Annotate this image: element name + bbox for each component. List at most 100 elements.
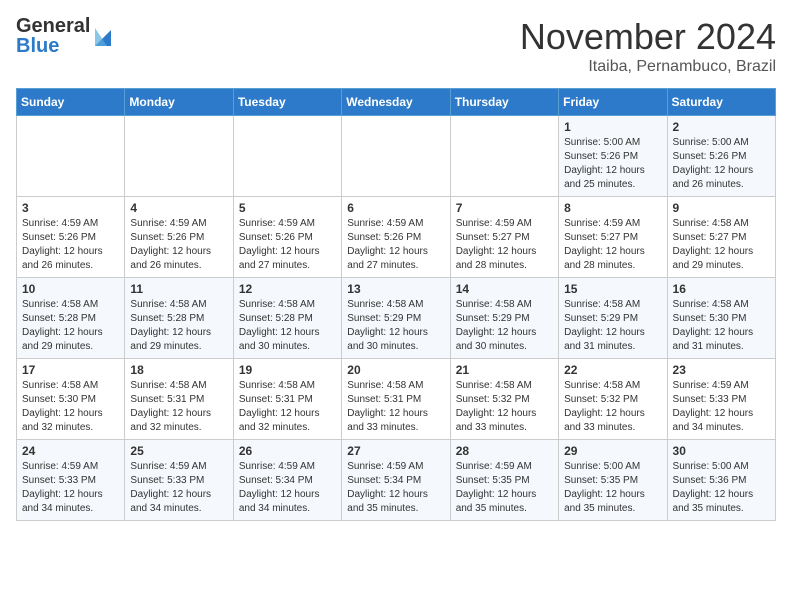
day-info: Sunrise: 5:00 AM Sunset: 5:26 PM Dayligh…: [564, 136, 661, 192]
logo: General Blue: [16, 16, 111, 56]
day-number: 21: [456, 363, 553, 377]
calendar-cell: 17Sunrise: 4:58 AM Sunset: 5:30 PM Dayli…: [17, 359, 125, 440]
weekday-header-thursday: Thursday: [450, 89, 558, 116]
calendar-cell: [17, 116, 125, 197]
calendar-cell: 5 Sunrise: 4:59 AM Sunset: 5:26 PM Daylig…: [233, 197, 341, 278]
day-number: 2: [673, 120, 770, 134]
day-info: Sunrise: 4:59 AM Sunset: 5:35 PM Dayligh…: [456, 460, 553, 516]
weekday-header-saturday: Saturday: [667, 89, 775, 116]
calendar-table: SundayMondayTuesdayWednesdayThursdayFrid…: [16, 88, 776, 521]
calendar-cell: 29 Sunrise: 5:00 AM Sunset: 5:35 PM Dayli…: [559, 440, 667, 521]
day-info: Sunrise: 4:59 AM Sunset: 5:33 PM Dayligh…: [673, 379, 770, 435]
day-number: 1: [564, 120, 661, 134]
calendar-cell: 22 Sunrise: 4:58 AM Sunset: 5:32 PM Dayli…: [559, 359, 667, 440]
day-info: Sunrise: 4:59 AM Sunset: 5:26 PM Dayligh…: [22, 217, 119, 273]
week-row-1: 1 Sunrise: 5:00 AM Sunset: 5:26 PM Daylig…: [17, 116, 776, 197]
day-number: 28: [456, 444, 553, 458]
day-number: 7: [456, 201, 553, 215]
calendar-cell: [125, 116, 233, 197]
day-info: Sunrise: 4:58 AM Sunset: 5:29 PM Dayligh…: [347, 298, 444, 354]
calendar-cell: 10 Sunrise: 4:58 AM Sunset: 5:28 PM Dayli…: [17, 278, 125, 359]
day-info: Sunrise: 4:58 AM Sunset: 5:30 PM Dayligh…: [673, 298, 770, 354]
logo-general: General: [16, 16, 90, 36]
day-number: 15: [564, 282, 661, 296]
day-number: 20: [347, 363, 444, 377]
calendar-cell: 16 Sunrise: 4:58 AM Sunset: 5:30 PM Dayli…: [667, 278, 775, 359]
day-number: 22: [564, 363, 661, 377]
day-info: Sunrise: 4:59 AM Sunset: 5:27 PM Dayligh…: [456, 217, 553, 273]
day-info: Sunrise: 4:59 AM Sunset: 5:33 PM Dayligh…: [22, 460, 119, 516]
calendar-cell: 6 Sunrise: 4:59 AM Sunset: 5:26 PM Daylig…: [342, 197, 450, 278]
calendar-cell: 23 Sunrise: 4:59 AM Sunset: 5:33 PM Dayli…: [667, 359, 775, 440]
day-info: Sunrise: 5:00 AM Sunset: 5:36 PM Dayligh…: [673, 460, 770, 516]
day-number: 9: [673, 201, 770, 215]
day-number: 5: [239, 201, 336, 215]
week-row-4: 17Sunrise: 4:58 AM Sunset: 5:30 PM Dayli…: [17, 359, 776, 440]
calendar-cell: 24Sunrise: 4:59 AM Sunset: 5:33 PM Dayli…: [17, 440, 125, 521]
day-number: 3: [22, 201, 119, 215]
day-number: 4: [130, 201, 227, 215]
calendar-cell: 20Sunrise: 4:58 AM Sunset: 5:31 PM Dayli…: [342, 359, 450, 440]
day-number: 26: [239, 444, 336, 458]
day-info: Sunrise: 4:58 AM Sunset: 5:27 PM Dayligh…: [673, 217, 770, 273]
weekday-header-monday: Monday: [125, 89, 233, 116]
weekday-header-row: SundayMondayTuesdayWednesdayThursdayFrid…: [17, 89, 776, 116]
day-info: Sunrise: 4:59 AM Sunset: 5:34 PM Dayligh…: [347, 460, 444, 516]
day-info: Sunrise: 5:00 AM Sunset: 5:35 PM Dayligh…: [564, 460, 661, 516]
day-info: Sunrise: 4:59 AM Sunset: 5:26 PM Dayligh…: [130, 217, 227, 273]
subtitle: Itaiba, Pernambuco, Brazil: [520, 58, 776, 76]
day-info: Sunrise: 5:00 AM Sunset: 5:26 PM Dayligh…: [673, 136, 770, 192]
day-info: Sunrise: 4:58 AM Sunset: 5:29 PM Dayligh…: [564, 298, 661, 354]
day-info: Sunrise: 4:59 AM Sunset: 5:33 PM Dayligh…: [130, 460, 227, 516]
calendar-cell: 8 Sunrise: 4:59 AM Sunset: 5:27 PM Daylig…: [559, 197, 667, 278]
week-row-5: 24Sunrise: 4:59 AM Sunset: 5:33 PM Dayli…: [17, 440, 776, 521]
weekday-header-friday: Friday: [559, 89, 667, 116]
day-number: 16: [673, 282, 770, 296]
calendar-cell: 1 Sunrise: 5:00 AM Sunset: 5:26 PM Daylig…: [559, 116, 667, 197]
logo-sail-icon: [93, 24, 111, 48]
day-info: Sunrise: 4:59 AM Sunset: 5:26 PM Dayligh…: [347, 217, 444, 273]
calendar-cell: 25 Sunrise: 4:59 AM Sunset: 5:33 PM Dayli…: [125, 440, 233, 521]
day-info: Sunrise: 4:59 AM Sunset: 5:34 PM Dayligh…: [239, 460, 336, 516]
day-info: Sunrise: 4:58 AM Sunset: 5:29 PM Dayligh…: [456, 298, 553, 354]
day-info: Sunrise: 4:58 AM Sunset: 5:32 PM Dayligh…: [564, 379, 661, 435]
day-number: 18: [130, 363, 227, 377]
day-number: 11: [130, 282, 227, 296]
calendar-cell: 15 Sunrise: 4:58 AM Sunset: 5:29 PM Dayli…: [559, 278, 667, 359]
day-info: Sunrise: 4:58 AM Sunset: 5:28 PM Dayligh…: [239, 298, 336, 354]
calendar-cell: 19 Sunrise: 4:58 AM Sunset: 5:31 PM Dayli…: [233, 359, 341, 440]
calendar-cell: 30Sunrise: 5:00 AM Sunset: 5:36 PM Dayli…: [667, 440, 775, 521]
calendar-cell: [450, 116, 558, 197]
day-number: 29: [564, 444, 661, 458]
day-number: 14: [456, 282, 553, 296]
day-info: Sunrise: 4:58 AM Sunset: 5:31 PM Dayligh…: [239, 379, 336, 435]
day-number: 19: [239, 363, 336, 377]
logo-text: General Blue: [16, 16, 90, 56]
calendar-cell: 28 Sunrise: 4:59 AM Sunset: 5:35 PM Dayli…: [450, 440, 558, 521]
day-number: 27: [347, 444, 444, 458]
day-number: 12: [239, 282, 336, 296]
calendar-cell: 13Sunrise: 4:58 AM Sunset: 5:29 PM Dayli…: [342, 278, 450, 359]
day-info: Sunrise: 4:58 AM Sunset: 5:28 PM Dayligh…: [130, 298, 227, 354]
day-info: Sunrise: 4:59 AM Sunset: 5:27 PM Dayligh…: [564, 217, 661, 273]
calendar-cell: 2 Sunrise: 5:00 AM Sunset: 5:26 PM Daylig…: [667, 116, 775, 197]
week-row-3: 10 Sunrise: 4:58 AM Sunset: 5:28 PM Dayli…: [17, 278, 776, 359]
calendar-cell: 7 Sunrise: 4:59 AM Sunset: 5:27 PM Daylig…: [450, 197, 558, 278]
day-number: 25: [130, 444, 227, 458]
day-number: 6: [347, 201, 444, 215]
page-header: General Blue November 2024 Itaiba, Perna…: [16, 16, 776, 76]
day-number: 23: [673, 363, 770, 377]
day-number: 10: [22, 282, 119, 296]
calendar-cell: 3 Sunrise: 4:59 AM Sunset: 5:26 PM Daylig…: [17, 197, 125, 278]
month-title: November 2024: [520, 16, 776, 58]
calendar-cell: 26 Sunrise: 4:59 AM Sunset: 5:34 PM Dayli…: [233, 440, 341, 521]
day-info: Sunrise: 4:59 AM Sunset: 5:26 PM Dayligh…: [239, 217, 336, 273]
day-number: 17: [22, 363, 119, 377]
calendar-cell: 27 Sunrise: 4:59 AM Sunset: 5:34 PM Dayli…: [342, 440, 450, 521]
day-info: Sunrise: 4:58 AM Sunset: 5:32 PM Dayligh…: [456, 379, 553, 435]
calendar-cell: [342, 116, 450, 197]
day-info: Sunrise: 4:58 AM Sunset: 5:28 PM Dayligh…: [22, 298, 119, 354]
logo-blue: Blue: [16, 36, 90, 56]
day-number: 8: [564, 201, 661, 215]
calendar-cell: 18Sunrise: 4:58 AM Sunset: 5:31 PM Dayli…: [125, 359, 233, 440]
